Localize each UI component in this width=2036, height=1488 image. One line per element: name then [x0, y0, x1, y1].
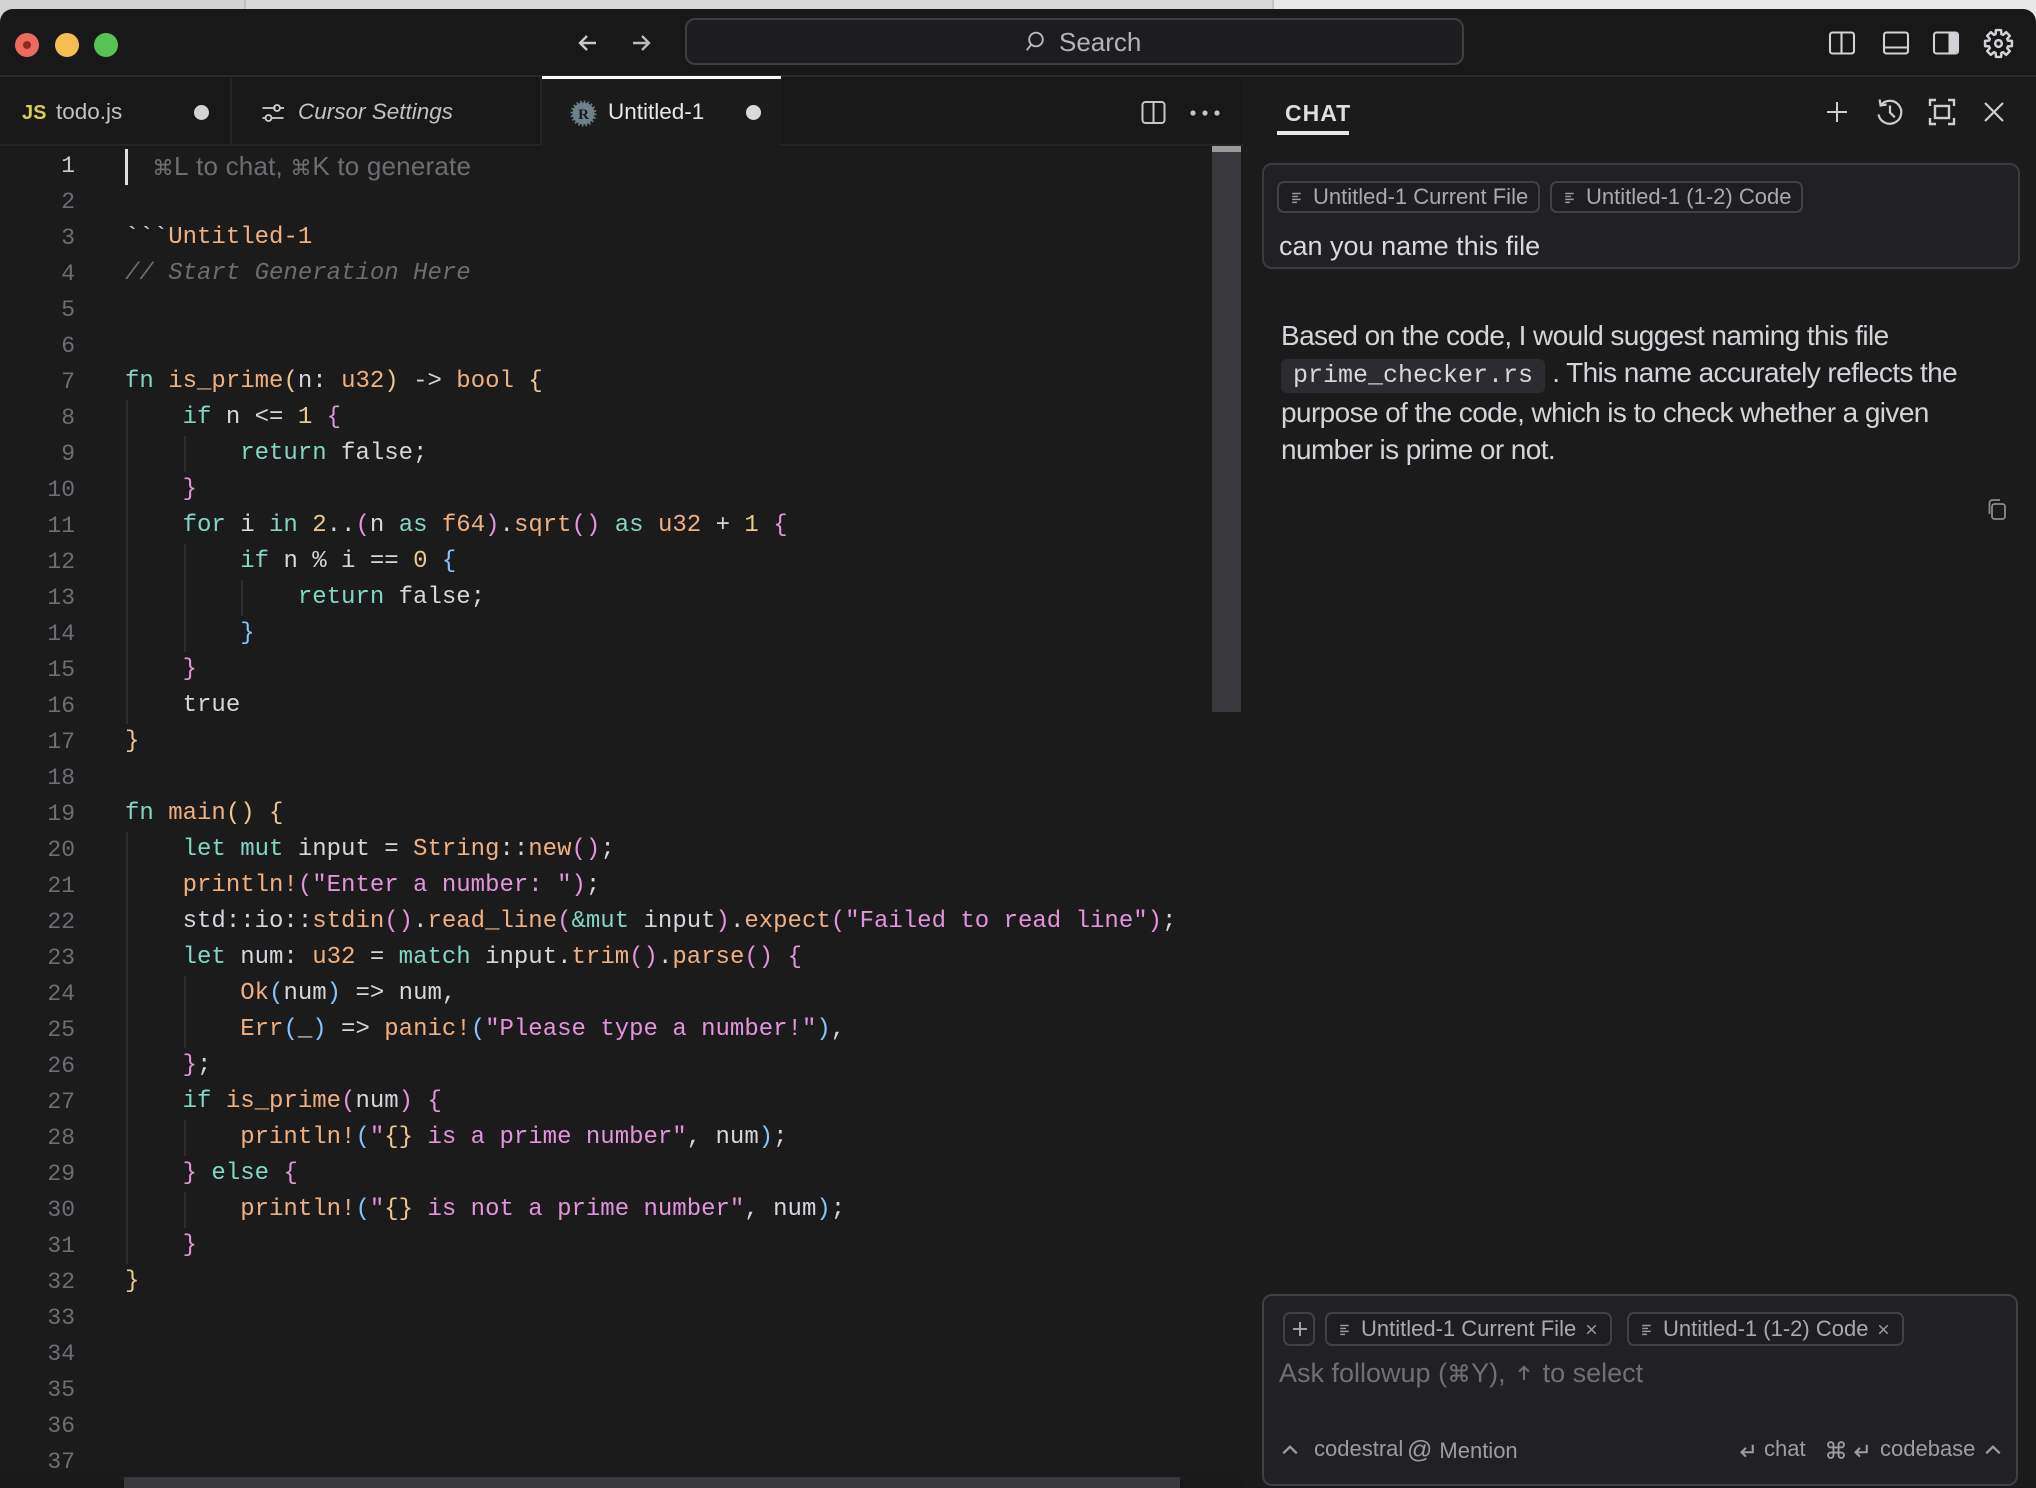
- svg-text:R: R: [578, 107, 589, 123]
